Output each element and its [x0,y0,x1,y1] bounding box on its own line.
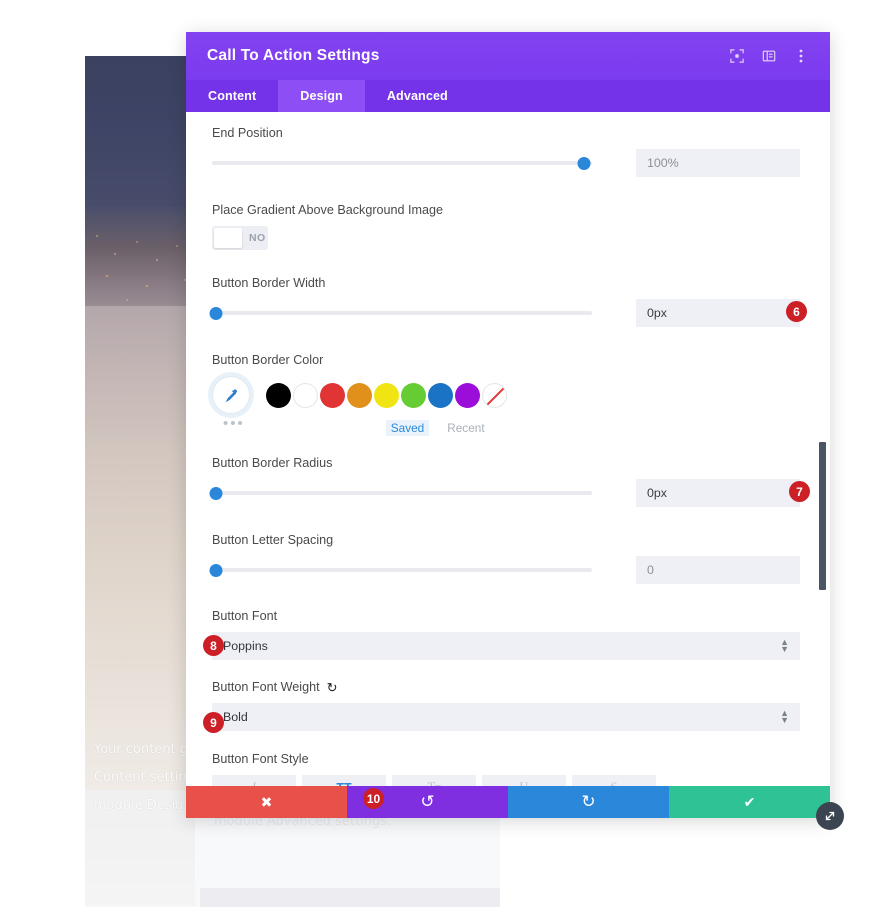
layout-panel-icon[interactable] [756,43,782,69]
toggle-state-label: NO [249,232,266,244]
button-letter-spacing-label: Button Letter Spacing [212,533,334,547]
badge-10: 10 [363,788,384,809]
button-font-weight-text: Button Font Weight [212,680,320,694]
button-border-width-value[interactable]: 0px [636,299,800,327]
swatch-transparent[interactable] [482,382,507,408]
button-font-style-label: Button Font Style [212,752,309,766]
button-border-color-label: Button Border Color [212,353,324,367]
badge-8: 8 [203,635,224,656]
button-font-value: Poppins [223,639,268,653]
field-button-border-color: Button Border Color ••• Saved Recent [186,353,830,436]
swatch-yellow[interactable] [374,382,399,408]
swatch-orange[interactable] [347,382,372,408]
slider-track [212,491,592,495]
toggle-knob [214,228,242,248]
swatch-white[interactable] [293,382,318,408]
palette-tab-saved[interactable]: Saved [385,420,430,436]
place-gradient-label: Place Gradient Above Background Image [212,203,444,217]
eyedropper-icon[interactable] [212,376,250,414]
button-border-width-label: Button Border Width [212,276,326,290]
field-button-border-radius: Button Border Radius 0px 7 [186,456,830,507]
call-to-action-settings-modal: Call To Action Settings Content Design A… [186,32,830,818]
modal-header: Call To Action Settings [186,32,830,80]
background-bottom-strip [200,888,500,907]
button-font-label: Button Font [212,609,278,623]
field-place-gradient: Place Gradient Above Background Image NO [186,203,830,250]
modal-scrollbar[interactable] [819,442,826,590]
chevron-updown-icon: ▲ ▼ [780,637,789,654]
tab-design[interactable]: Design [278,80,365,112]
resize-handle[interactable] [816,802,844,830]
button-letter-spacing-slider[interactable] [209,561,592,579]
slider-knob[interactable] [209,563,223,577]
background-text-column: lit, sed gna ation quat. c esse [0,255,84,448]
button-font-select[interactable]: Poppins ▲ ▼ [212,632,800,660]
button-letter-spacing-value[interactable]: 0 [636,556,800,584]
save-button[interactable]: ✔ [669,786,830,818]
badge-6: 6 [786,301,807,322]
end-position-label: End Position [212,126,283,140]
modal-title: Call To Action Settings [207,47,380,64]
swatch-red[interactable] [320,382,345,408]
button-border-radius-value[interactable]: 0px [636,479,800,507]
modal-tabs: Content Design Advanced [186,80,830,112]
end-position-slider[interactable] [212,154,592,172]
swatch-green[interactable] [401,382,426,408]
palette-tabs: Saved Recent [385,420,487,436]
button-font-weight-select[interactable]: Bold ▲ ▼ [212,703,800,731]
chevron-updown-icon: ▲ ▼ [780,708,789,725]
more-colors-icon[interactable]: ••• [223,416,245,431]
screenshot-root: lit, sed gna ation quat. c esse Your con… [0,0,880,907]
place-gradient-toggle[interactable]: NO [212,226,268,250]
tab-content[interactable]: Content [186,80,278,112]
modal-body: End Position 100% Place Gradient Above B… [186,112,830,814]
field-button-font-weight: Button Font Weight ↻ Bold ▲ ▼ 9 [186,680,830,733]
button-border-width-slider[interactable] [209,304,592,322]
slider-track [212,311,592,315]
redo-button[interactable]: ↻ [508,786,669,818]
slider-track [212,568,592,572]
slider-knob[interactable] [577,156,591,170]
cancel-button[interactable]: ✖ [186,786,347,818]
focus-icon[interactable] [724,43,750,69]
field-button-letter-spacing: Button Letter Spacing 0 [186,533,830,584]
field-button-border-width: Button Border Width 0px 6 [186,276,830,327]
more-options-icon[interactable] [788,43,814,69]
tab-advanced[interactable]: Advanced [365,80,470,112]
slider-knob[interactable] [209,306,223,320]
color-palette [212,376,800,414]
field-end-position: End Position 100% [186,126,830,177]
background-paragraph: lit, sed gna ation quat. c esse [0,303,84,448]
photo-sky [85,56,195,226]
badge-7: 7 [789,481,810,502]
button-font-weight-value: Bold [223,710,248,724]
palette-tab-recent[interactable]: Recent [445,420,486,436]
button-border-radius-slider[interactable] [209,484,592,502]
field-button-font: Button Font Poppins ▲ ▼ 8 [186,609,830,660]
slider-fill [212,161,585,165]
swatch-blue[interactable] [428,382,453,408]
swatch-black[interactable] [266,382,291,408]
swatch-purple[interactable] [455,382,480,408]
badge-9: 9 [203,712,224,733]
button-font-weight-label: Button Font Weight ↻ [212,680,800,694]
end-position-value[interactable]: 100% [636,149,800,177]
modal-footer: ✖ ↺ ↻ ✔ [186,786,830,818]
reset-arrow-icon[interactable]: ↻ [327,681,338,694]
button-border-radius-label: Button Border Radius [212,456,333,470]
slider-knob[interactable] [209,486,223,500]
